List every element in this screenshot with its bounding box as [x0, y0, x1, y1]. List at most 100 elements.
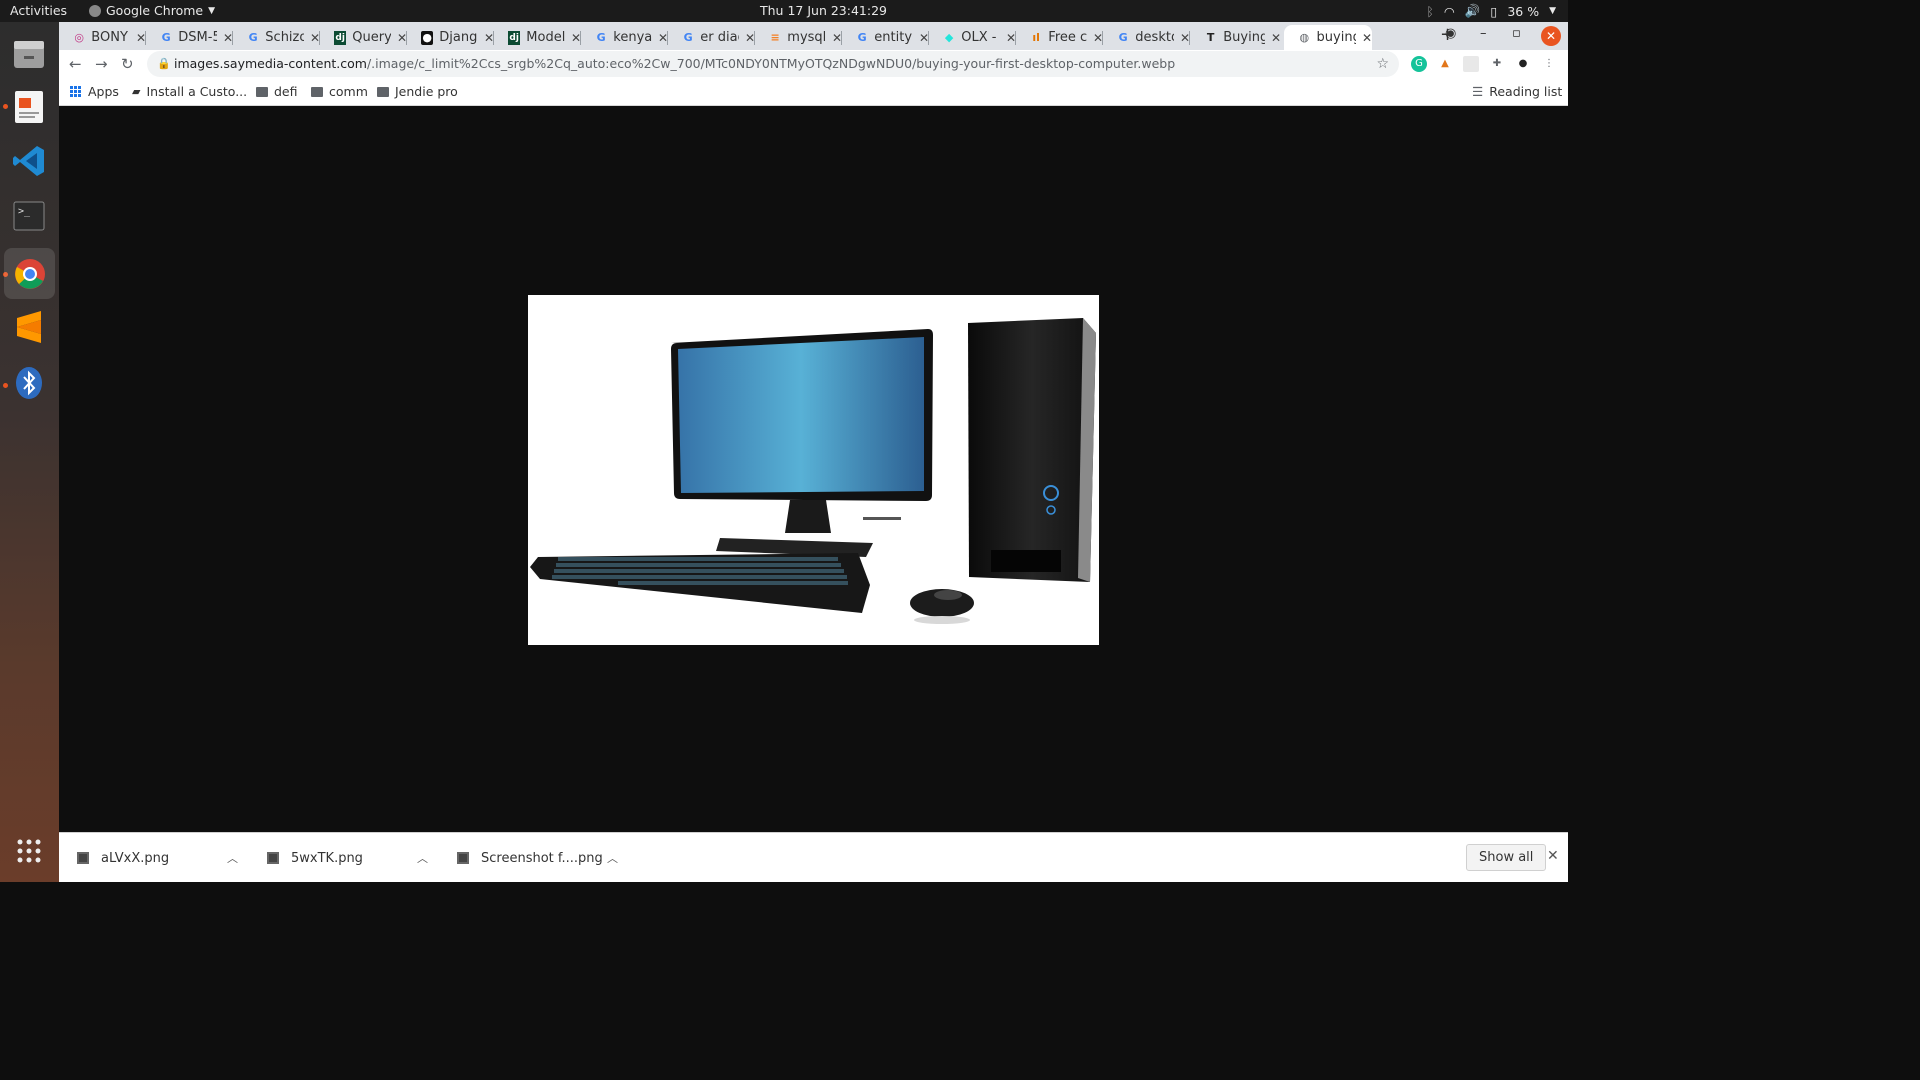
metamask-icon[interactable]: ▲	[1437, 56, 1453, 72]
folder-icon	[377, 86, 389, 97]
instagram-icon: ◎	[74, 30, 84, 44]
battery-level: 36 %	[1507, 3, 1540, 19]
bluetooth-icon[interactable]	[8, 362, 50, 404]
bookmark-apps[interactable]: Apps	[70, 84, 119, 99]
tab-label: deskto	[1135, 30, 1174, 45]
download-item[interactable]: aLVxX.png ︿	[77, 833, 249, 883]
terminal-icon[interactable]: >_	[8, 195, 50, 237]
folder-icon	[311, 86, 323, 97]
google-icon: G	[1118, 30, 1128, 44]
app-menu[interactable]: Google Chrome ▼	[89, 3, 215, 18]
minimize-button[interactable]: –	[1480, 26, 1487, 41]
bookmark-label: comm	[329, 84, 368, 99]
bookmark-folder-comm[interactable]: comm	[311, 84, 368, 99]
tab-buying-article[interactable]: T Buying ✕	[1190, 25, 1281, 50]
download-item[interactable]: 5wxTK.png ︿	[267, 833, 439, 883]
lock-icon[interactable]: 🔒	[157, 51, 171, 77]
tray-caret-icon: ▼	[1549, 6, 1556, 16]
bluetooth-status-icon: ᛒ	[1426, 3, 1434, 19]
maximize-button[interactable]: ▫	[1512, 26, 1521, 41]
google-icon: G	[857, 30, 867, 44]
files-icon[interactable]	[8, 34, 50, 76]
reload-icon[interactable]: ↻	[121, 55, 134, 73]
chevron-up-icon[interactable]: ︿	[607, 850, 618, 866]
tab-label: Buying	[1223, 30, 1265, 45]
google-icon: G	[596, 30, 606, 44]
globe-icon: ◍	[1299, 30, 1310, 44]
text-icon: T	[1206, 30, 1215, 44]
tab-model[interactable]: dj Model ✕	[494, 25, 581, 50]
tab-strip: ◎ BONY ✕ G DSM-5 ✕ G Schizo ✕ dj Query ✕ ● Djang ✕…	[59, 22, 1568, 50]
sublime-text-icon[interactable]	[8, 306, 50, 348]
system-tray[interactable]: ᛒ ◠ 🔊 ▯ 36 % ▼	[1426, 3, 1556, 19]
bookmark-folder-jendie[interactable]: Jendie pro	[377, 84, 458, 99]
tab-django[interactable]: ● Djang ✕	[407, 25, 494, 50]
battery-icon: ▯	[1490, 3, 1498, 19]
bookmark-star-icon[interactable]: ☆	[1376, 51, 1389, 77]
show-all-button[interactable]: Show all	[1466, 844, 1547, 871]
chrome-icon[interactable]	[4, 248, 55, 299]
page-icon: ▰	[132, 85, 141, 98]
tab-kenyan[interactable]: Gkenyar✕	[581, 25, 668, 50]
reading-list-button[interactable]: ☰ Reading list	[1472, 84, 1562, 99]
address-bar[interactable]: 🔒 images.saymedia-content.com/.image/c_l…	[147, 51, 1399, 77]
extensions-puzzle-icon[interactable]: ✚	[1489, 56, 1505, 72]
tab-olx[interactable]: ◆ OLX - ✕	[929, 25, 1016, 50]
caret-down-icon: ▼	[208, 5, 216, 16]
download-item[interactable]: Screenshot f....png ︿	[457, 833, 629, 883]
back-icon[interactable]: ←	[69, 55, 82, 73]
menu-kebab-icon[interactable]: ⋮	[1541, 56, 1557, 72]
tab-search-icon[interactable]: ◉	[1445, 26, 1456, 41]
tab-mysql[interactable]: ≡ mysql ✕	[755, 25, 842, 50]
tab-label: Djang	[439, 30, 478, 45]
close-downloads-icon[interactable]: ✕	[1547, 848, 1559, 864]
text-editor-icon[interactable]	[8, 86, 50, 128]
tab-label: er diag	[700, 30, 739, 45]
tab-label: buying	[1316, 30, 1356, 45]
tab-dsm5[interactable]: G DSM-5 ✕	[146, 25, 233, 50]
tab-query[interactable]: dj Query ✕	[320, 25, 407, 50]
browser-toolbar: ← → ↻ 🔒 images.saymedia-content.com/.ima…	[59, 50, 1568, 78]
chevron-up-icon[interactable]: ︿	[227, 850, 238, 866]
tab-label: Model	[526, 30, 565, 45]
google-icon: G	[248, 30, 258, 44]
vscode-icon[interactable]	[8, 140, 50, 182]
tab-label: Free c	[1048, 30, 1087, 45]
bookmark-label: Jendie pro	[395, 84, 458, 99]
close-icon[interactable]: ✕	[1271, 31, 1281, 45]
desktop-computer-image[interactable]	[528, 295, 1099, 645]
grammarly-icon[interactable]: G	[1411, 56, 1427, 72]
clock[interactable]: Thu 17 Jun 23:41:29	[760, 3, 887, 18]
github-icon: ●	[421, 30, 434, 45]
show-apps-icon[interactable]	[8, 830, 50, 872]
downloads-bar: aLVxX.png ︿ 5wxTK.png ︿ Screenshot f....…	[59, 832, 1568, 882]
volume-icon: 🔊	[1464, 3, 1481, 18]
download-filename: 5wxTK.png	[291, 850, 363, 866]
tab-buying-image[interactable]: ◍ buying ✕	[1284, 25, 1372, 50]
image-file-icon	[77, 852, 89, 864]
folder-icon	[256, 86, 268, 97]
tab-entity[interactable]: Gentity ✕	[842, 25, 929, 50]
profile-avatar[interactable]: ●	[1515, 56, 1531, 72]
activities-button[interactable]: Activities	[10, 3, 67, 18]
tab-schizo[interactable]: G Schizo ✕	[233, 25, 320, 50]
reading-list-label: Reading list	[1489, 84, 1563, 99]
extension-placeholder-icon[interactable]	[1463, 56, 1479, 72]
tab-label: Schizo	[265, 30, 304, 45]
tab-bony[interactable]: ◎ BONY ✕	[59, 25, 146, 50]
apps-grid-icon	[70, 85, 82, 98]
tab-desktop[interactable]: Gdeskto✕	[1103, 25, 1190, 50]
bookmark-install-custom[interactable]: ▰ Install a Custo...	[132, 84, 247, 99]
bookmark-folder-defi[interactable]: defi	[256, 84, 298, 99]
forward-icon[interactable]: →	[95, 55, 108, 73]
tab-free[interactable]: ıl Free c ✕	[1016, 25, 1103, 50]
django-icon: dj	[334, 30, 347, 45]
image-viewer	[59, 107, 1568, 832]
close-window-button[interactable]: ✕	[1541, 26, 1561, 46]
close-icon[interactable]: ✕	[1362, 31, 1372, 45]
chevron-up-icon[interactable]: ︿	[417, 850, 428, 866]
tab-er-diagram[interactable]: Ger diag✕	[668, 25, 755, 50]
bookmark-label: Apps	[88, 84, 119, 99]
tab-label: Query	[352, 30, 391, 45]
url-host: images.saymedia-content.com	[174, 56, 367, 71]
